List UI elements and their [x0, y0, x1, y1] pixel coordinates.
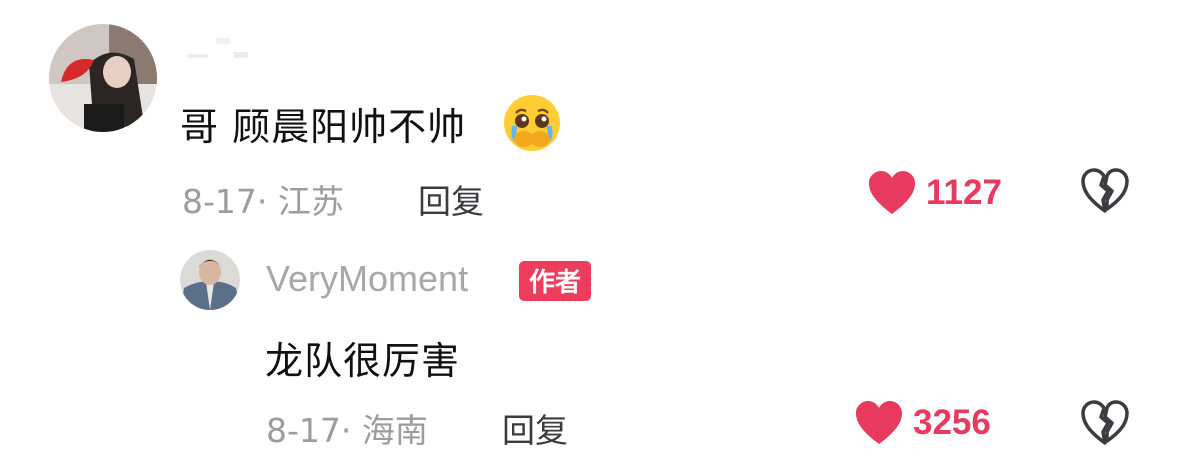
heart-icon	[856, 401, 902, 444]
blurred-username-graphic	[188, 38, 248, 58]
dislike-broken-heart-icon	[1081, 168, 1129, 213]
comment-avatar[interactable]	[49, 24, 157, 132]
dislike-broken-heart-icon	[1081, 400, 1129, 445]
comment-dislike-button[interactable]	[1081, 168, 1129, 218]
reply-avatar[interactable]	[180, 250, 240, 310]
comment-date-location: 8-17· 江苏	[182, 182, 344, 221]
avatar-photo	[180, 250, 240, 310]
reply-text: 龙队很厉害	[265, 339, 461, 383]
crying-face-emoji	[502, 93, 562, 153]
comment-username-blurred[interactable]	[186, 30, 256, 64]
reply-like-count: 3256	[913, 403, 991, 442]
reply-like-button[interactable]: 3256	[855, 400, 991, 446]
reply-dislike-button[interactable]	[1081, 400, 1129, 450]
comment-text-content: 哥 顾晨阳帅不帅	[180, 105, 467, 149]
heart-icon	[869, 171, 915, 214]
comment-like-button[interactable]: 1127	[868, 170, 1002, 216]
reply-date-location: 8-17· 海南	[266, 411, 428, 450]
reply-reply-button[interactable]: 回复	[502, 404, 568, 452]
avatar-photo	[49, 24, 157, 132]
reply-username[interactable]: VeryMoment	[266, 258, 468, 300]
comment-text: 哥 顾晨阳帅不帅	[180, 96, 466, 151]
comment-reply-button[interactable]: 回复	[418, 175, 484, 223]
comment-like-count: 1127	[926, 173, 1002, 212]
author-badge: 作者	[519, 261, 592, 301]
